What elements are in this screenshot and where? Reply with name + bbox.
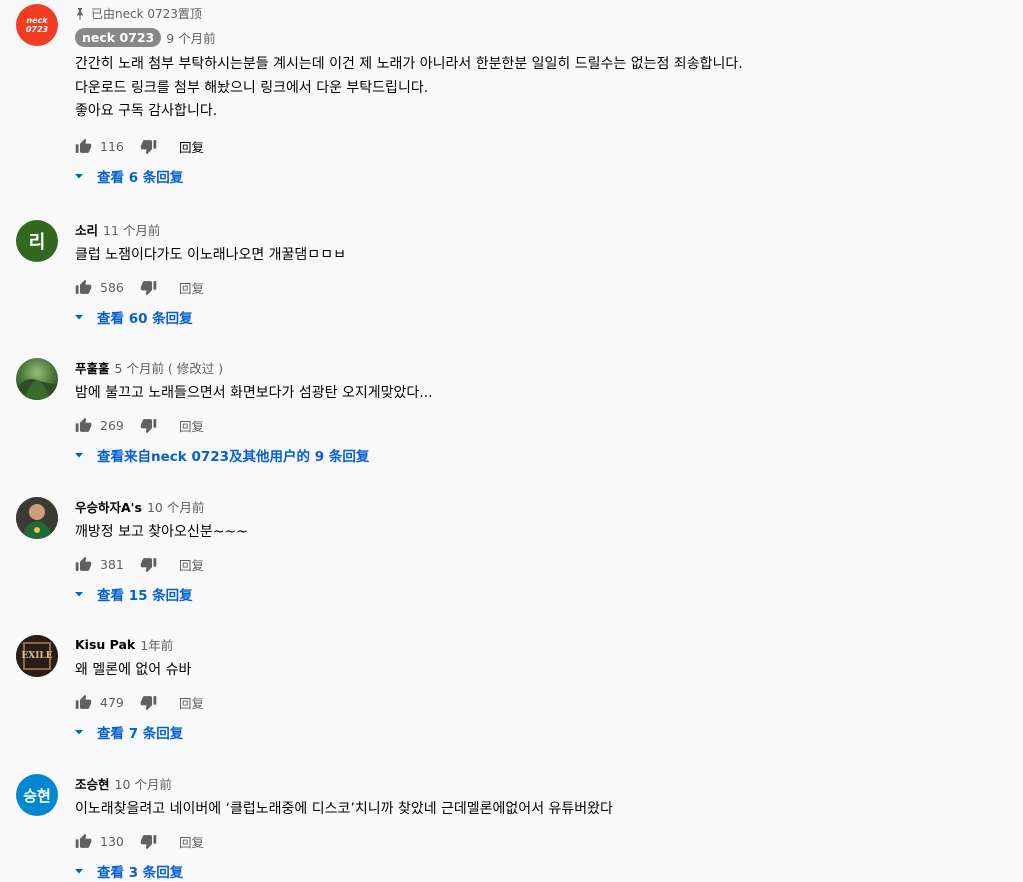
- thumbs-down-icon[interactable]: [140, 833, 157, 850]
- author-name[interactable]: 소리: [75, 220, 98, 239]
- author-name[interactable]: 우승하자A's: [75, 497, 142, 516]
- avatar[interactable]: EXILE: [16, 635, 58, 677]
- comment-text: 깨방정 보고 찾아오신분~~~: [75, 524, 248, 540]
- comment-text: 간간히 노래 첨부 부탁하시는분들 계시는데 이건 제 노래가 아니라서 한분한…: [75, 56, 743, 119]
- comment-header: 우승하자A's 10 个月前: [75, 497, 1015, 515]
- like-count: 479: [100, 695, 124, 710]
- comment-time[interactable]: 11 个月前: [103, 220, 160, 239]
- like-count: 586: [100, 280, 124, 295]
- thumbs-up-icon[interactable]: [75, 833, 92, 850]
- comment-text: 클럽 노잼이다가도 이노래나오면 개꿀댐ㅁㅁㅂ: [75, 247, 346, 263]
- thumbs-down-icon[interactable]: [140, 556, 157, 573]
- avatar-logo-text: EXILE: [21, 651, 53, 661]
- avatar-image: [16, 379, 58, 400]
- comment-header: neck 0723 9 个月前: [75, 27, 1015, 47]
- thumbs-up-icon[interactable]: [75, 417, 92, 434]
- comment-body: 조승현 10 个月前 이노래찾을려고 네이버에 ‘클럽노래중에 디스코’치니까 …: [75, 774, 1015, 882]
- comment-body: 우승하자A's 10 个月前 깨방정 보고 찾아오신분~~~ 381 回复 查看…: [75, 497, 1015, 605]
- avatar[interactable]: [16, 497, 58, 539]
- comment-text: 이노래찾을려고 네이버에 ‘클럽노래중에 디스코’치니까 찾았네 근데멜론에없어…: [75, 801, 613, 817]
- thumbs-down-icon[interactable]: [140, 417, 157, 434]
- comment-toolbar: 116 回复: [75, 136, 1015, 158]
- comment-toolbar: 130 回复: [75, 831, 1015, 853]
- comment-time[interactable]: 10 个月前: [147, 497, 204, 516]
- comment-toolbar: 381 回复: [75, 554, 1015, 576]
- view-replies-button[interactable]: 查看来自neck 0723及其他用户的 9 条回复: [75, 444, 1015, 466]
- thumbs-up-icon[interactable]: [75, 279, 92, 296]
- reply-button[interactable]: 回复: [179, 416, 204, 435]
- view-replies-button[interactable]: 查看 3 条回复: [75, 860, 1015, 882]
- comment-toolbar: 269 回复: [75, 415, 1015, 437]
- author-name[interactable]: Kisu Pak: [75, 637, 135, 652]
- comment-body: Kisu Pak 1年前 왜 멜론에 없어 슈바 479 回复 查看 7 条回复: [75, 635, 1015, 743]
- avatar[interactable]: 승현: [16, 774, 58, 816]
- thumbs-down-icon[interactable]: [140, 279, 157, 296]
- comment-header: 푸훌훌 5 个月前 ( 修改过 ): [75, 358, 1015, 376]
- author-name[interactable]: 조승현: [75, 774, 110, 793]
- thumbs-down-icon[interactable]: [140, 138, 157, 155]
- author-name[interactable]: neck 0723: [75, 27, 162, 47]
- author-name[interactable]: 푸훌훌: [75, 358, 110, 377]
- comment-time[interactable]: 1年前: [140, 635, 173, 654]
- caret-down-icon: [75, 314, 83, 319]
- comment-text: 밤에 불끄고 노래들으면서 화면보다가 섬광탄 오지게맞았다...: [75, 385, 433, 401]
- view-replies-button[interactable]: 查看 6 条回复: [75, 165, 1015, 187]
- comment-body: 푸훌훌 5 个月前 ( 修改过 ) 밤에 불끄고 노래들으면서 화면보다가 섬광…: [75, 358, 1015, 466]
- avatar-image: [16, 497, 58, 539]
- comment-header: Kisu Pak 1年前: [75, 635, 1015, 653]
- comment-body: 已由neck 0723置顶 neck 0723 9 个月前 간간히 노래 첨부 …: [75, 7, 1015, 187]
- comment-header: 조승현 10 个月前: [75, 774, 1015, 792]
- comment-header: 소리 11 个月前: [75, 220, 1015, 238]
- thumbs-down-icon[interactable]: [140, 694, 157, 711]
- like-count: 269: [100, 418, 124, 433]
- comment-toolbar: 479 回复: [75, 692, 1015, 714]
- reply-button[interactable]: 回复: [179, 278, 204, 297]
- reply-button[interactable]: 回复: [179, 832, 204, 851]
- reply-button[interactable]: 回复: [179, 693, 204, 712]
- comment-time[interactable]: 10 个月前: [115, 774, 172, 793]
- comment-body: 소리 11 个月前 클럽 노잼이다가도 이노래나오면 개꿀댐ㅁㅁㅂ 586 回复…: [75, 220, 1015, 328]
- caret-down-icon: [75, 868, 83, 873]
- avatar[interactable]: 리: [16, 220, 58, 262]
- avatar[interactable]: neck 0723: [16, 4, 58, 46]
- like-count: 381: [100, 557, 124, 572]
- reply-button[interactable]: 回复: [179, 555, 204, 574]
- reply-button[interactable]: 回复: [179, 137, 204, 156]
- comment-toolbar: 586 回复: [75, 277, 1015, 299]
- view-replies-button[interactable]: 查看 7 条回复: [75, 721, 1015, 743]
- thumbs-up-icon[interactable]: [75, 556, 92, 573]
- comment-text: 왜 멜론에 없어 슈바: [75, 662, 192, 678]
- view-replies-button[interactable]: 查看 60 条回复: [75, 306, 1015, 328]
- comment-time[interactable]: 5 个月前 ( 修改过 ): [115, 358, 224, 377]
- like-count: 130: [100, 834, 124, 849]
- caret-down-icon: [75, 591, 83, 596]
- thumbs-up-icon[interactable]: [75, 138, 92, 155]
- view-replies-button[interactable]: 查看 15 条回复: [75, 583, 1015, 605]
- comment-time[interactable]: 9 个月前: [166, 28, 215, 47]
- pin-icon: [77, 8, 83, 20]
- avatar[interactable]: [16, 358, 58, 400]
- pinned-label: 已由neck 0723置顶: [75, 6, 1015, 22]
- thumbs-up-icon[interactable]: [75, 694, 92, 711]
- caret-down-icon: [75, 729, 83, 734]
- caret-down-icon: [75, 173, 83, 178]
- like-count: 116: [100, 139, 124, 154]
- caret-down-icon: [75, 452, 83, 457]
